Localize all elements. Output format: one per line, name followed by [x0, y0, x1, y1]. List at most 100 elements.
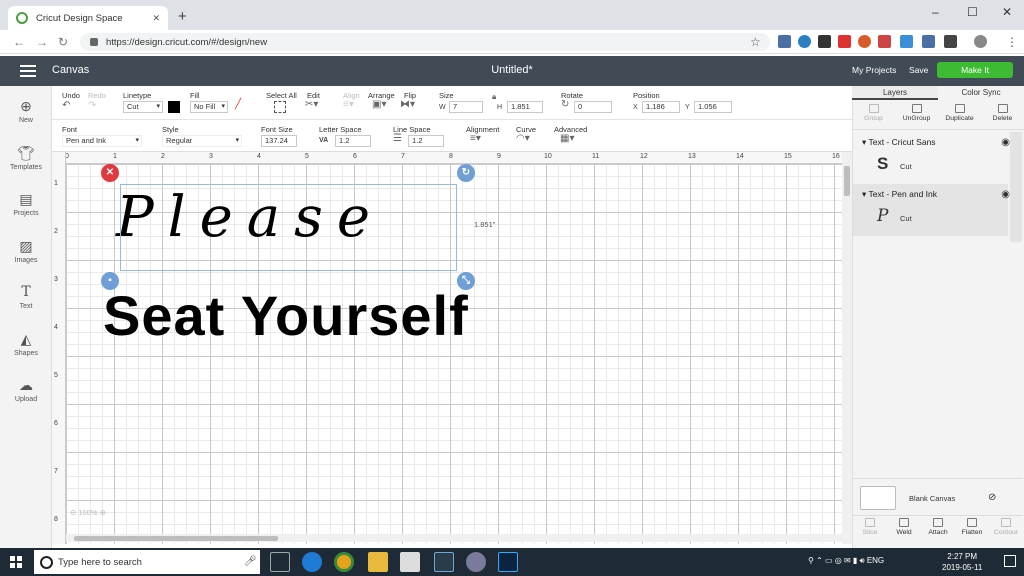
horizontal-scroll-thumb[interactable] — [74, 536, 278, 541]
chrome-icon[interactable] — [334, 552, 354, 572]
sidebar-item-new[interactable]: ⊕ New — [0, 98, 52, 124]
flatten-button[interactable]: Flatten — [955, 516, 989, 546]
lightroom-icon[interactable] — [434, 552, 454, 572]
extension-icon[interactable] — [900, 35, 913, 48]
tab-color-sync[interactable]: Color Sync — [938, 86, 1024, 100]
advanced-icon[interactable]: ▦▾ — [560, 133, 574, 144]
file-explorer-icon[interactable] — [368, 552, 388, 572]
maximize-button[interactable]: ☐ — [967, 5, 978, 19]
sidebar-item-upload[interactable]: ☁ Upload — [0, 377, 52, 403]
panel-scrollbar[interactable] — [1010, 132, 1022, 242]
slice-button[interactable]: Slice — [853, 516, 887, 546]
fill-pen-icon[interactable]: ╱ — [235, 99, 241, 110]
task-view-icon[interactable] — [270, 552, 290, 572]
profile-avatar[interactable] — [974, 35, 987, 48]
group-button[interactable]: Group — [852, 102, 895, 129]
attach-button[interactable]: Attach — [921, 516, 955, 546]
font-select[interactable]: Pen and Ink — [62, 135, 142, 147]
delete-button[interactable]: Delete — [981, 102, 1024, 129]
lock-ratio-icon[interactable]: 🔒︎ — [492, 92, 496, 102]
zoom-control[interactable]: ⊖ 100% ⊕ — [70, 508, 106, 517]
extension-icon[interactable] — [778, 35, 791, 48]
x-position-input[interactable]: 1.186 — [642, 101, 680, 113]
letter-space-input[interactable]: 1.2 — [335, 135, 371, 147]
style-select[interactable]: Regular — [162, 135, 242, 147]
redo-icon[interactable]: ↷ — [88, 100, 96, 111]
width-input[interactable]: 7 — [449, 101, 483, 113]
sidebar-item-projects[interactable]: ▤ Projects — [0, 191, 52, 217]
extension-icon[interactable] — [858, 35, 871, 48]
sidebar-item-text[interactable]: T Text — [0, 284, 52, 310]
fill-select[interactable]: No Fill — [190, 101, 228, 113]
extension-icon[interactable] — [878, 35, 891, 48]
extension-icon[interactable] — [944, 35, 957, 48]
extension-icon[interactable] — [838, 35, 851, 48]
taskbar-search-input[interactable]: Type here to search — [34, 550, 260, 574]
ruler-tick-label: 11 — [592, 153, 600, 160]
notification-icon[interactable] — [1004, 555, 1016, 567]
font-size-input[interactable]: 137.24 — [261, 135, 297, 147]
new-tab-button[interactable]: + — [178, 8, 187, 25]
seat-yourself-text-layer[interactable]: Seat Yourself — [103, 284, 469, 348]
arrange-icon[interactable]: ▣▾ — [372, 99, 386, 110]
sidebar-item-images[interactable]: ▨ Images — [0, 238, 52, 264]
curve-icon[interactable]: ◠▾ — [516, 133, 530, 144]
line-space-input[interactable]: 1.2 — [408, 135, 444, 147]
flip-icon[interactable]: ⧓▾ — [400, 99, 415, 110]
forward-icon[interactable]: → — [36, 35, 48, 49]
close-tab-icon[interactable]: ✕ — [152, 13, 160, 24]
app-icon[interactable] — [466, 552, 486, 572]
rotate-handle-icon[interactable]: ↻ — [457, 164, 475, 182]
linetype-select[interactable]: Cut — [123, 101, 163, 113]
eye-icon[interactable]: ◉ — [1001, 137, 1010, 148]
vertical-scrollbar[interactable] — [842, 152, 852, 544]
height-input[interactable]: 1.851 — [507, 101, 543, 113]
delete-handle-icon[interactable]: ✕ — [101, 164, 119, 182]
tab-layers[interactable]: Layers — [852, 86, 938, 100]
vertical-scroll-thumb[interactable] — [844, 166, 850, 196]
store-icon[interactable] — [400, 552, 420, 572]
minimize-button[interactable]: – — [932, 5, 939, 19]
make-it-button[interactable]: Make It — [937, 62, 1013, 78]
system-tray[interactable]: ⚲ ⌃ ▭ ◎ ✉ ▮ 🔊︎ ENG — [808, 556, 884, 566]
more-menu-icon[interactable]: ⋮ — [1006, 35, 1018, 49]
save-button[interactable]: Save — [909, 65, 928, 75]
microphone-icon[interactable]: 🎤︎ — [244, 556, 257, 567]
rotate-input[interactable]: 0 — [574, 101, 612, 113]
my-projects-button[interactable]: My Projects — [852, 65, 896, 75]
extension-icon[interactable] — [798, 35, 811, 48]
linetype-color-swatch[interactable] — [168, 101, 180, 113]
browser-tab[interactable]: Cricut Design Space ✕ — [8, 6, 168, 30]
url-input[interactable]: https://design.cricut.com/#/design/new — [80, 33, 770, 51]
contour-button[interactable]: Contour — [989, 516, 1023, 546]
taskbar-clock[interactable]: 2:27 PM 2019-05-11 — [942, 551, 982, 573]
windows-start-icon[interactable] — [10, 556, 22, 568]
eye-icon[interactable]: ◉ — [1001, 189, 1010, 200]
language-indicator[interactable]: ENG — [867, 556, 884, 565]
reload-icon[interactable]: ↻ — [58, 35, 68, 49]
sidebar-item-templates[interactable]: 👕︎ Templates — [0, 145, 52, 171]
undo-icon[interactable]: ↶ — [62, 100, 70, 111]
back-icon[interactable]: ← — [13, 35, 25, 49]
ungroup-button[interactable]: UnGroup — [895, 102, 938, 129]
align-icon[interactable]: ≡▾ — [343, 99, 354, 110]
rotate-icon[interactable]: ↻ — [561, 99, 569, 110]
select-all-icon[interactable] — [274, 101, 286, 113]
edge-icon[interactable] — [302, 552, 322, 572]
extension-icon[interactable] — [818, 35, 831, 48]
blank-canvas-swatch[interactable] — [860, 486, 896, 510]
y-position-input[interactable]: 1.056 — [694, 101, 732, 113]
duplicate-button[interactable]: Duplicate — [938, 102, 981, 129]
scissors-icon[interactable]: ✂▾ — [305, 99, 318, 110]
layer-item[interactable]: ▾ Text - Pen and Ink ◉ P Cut — [853, 184, 1010, 236]
selection-box[interactable] — [120, 184, 457, 271]
sidebar-item-shapes[interactable]: ◭ Shapes — [0, 331, 52, 357]
layer-item[interactable]: ▾ Text - Cricut Sans ◉ S Cut — [853, 132, 1010, 184]
text-align-icon[interactable]: ≡▾ — [470, 133, 481, 144]
photoshop-icon[interactable] — [498, 552, 518, 572]
hidden-eye-icon[interactable]: ⊘ — [988, 492, 996, 503]
close-window-button[interactable]: ✕ — [1002, 5, 1012, 19]
bookmark-star-icon[interactable]: ☆ — [750, 35, 761, 49]
weld-button[interactable]: Weld — [887, 516, 921, 546]
extension-icon[interactable] — [922, 35, 935, 48]
